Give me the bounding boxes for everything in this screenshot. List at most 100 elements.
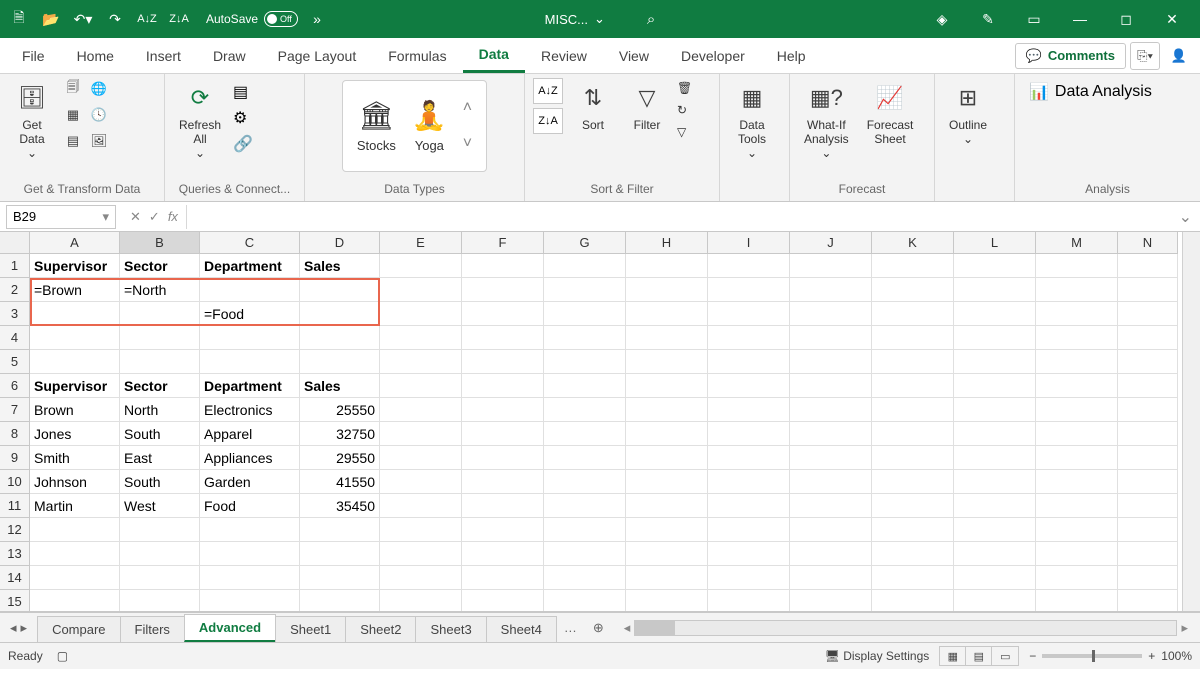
col-header-G[interactable]: G bbox=[544, 232, 626, 254]
cell-M3[interactable] bbox=[1036, 302, 1118, 326]
cell-L6[interactable] bbox=[954, 374, 1036, 398]
col-header-L[interactable]: L bbox=[954, 232, 1036, 254]
minimize-button[interactable]: — bbox=[1058, 7, 1102, 31]
zoom-in-icon[interactable]: + bbox=[1148, 649, 1155, 663]
cell-N4[interactable] bbox=[1118, 326, 1178, 350]
cell-C4[interactable] bbox=[200, 326, 300, 350]
cell-J8[interactable] bbox=[790, 422, 872, 446]
cell-J10[interactable] bbox=[790, 470, 872, 494]
cell-I8[interactable] bbox=[708, 422, 790, 446]
stocks-data-type[interactable]: 🏛 Stocks bbox=[357, 99, 396, 153]
new-sheet-button[interactable]: ⊕ bbox=[585, 620, 612, 636]
cell-D4[interactable] bbox=[300, 326, 380, 350]
new-file-icon[interactable]: 🗎 bbox=[6, 7, 32, 31]
macro-record-icon[interactable]: ▢ bbox=[57, 649, 68, 663]
cell-M1[interactable] bbox=[1036, 254, 1118, 278]
cell-C5[interactable] bbox=[200, 350, 300, 374]
display-settings-button[interactable]: 🖥 Display Settings bbox=[825, 649, 930, 663]
cell-F7[interactable] bbox=[462, 398, 544, 422]
filter-button[interactable]: ▽ Filter bbox=[623, 78, 671, 134]
cell-D11[interactable]: 35450 bbox=[300, 494, 380, 518]
cell-L15[interactable] bbox=[954, 590, 1036, 612]
cell-D1[interactable]: Sales bbox=[300, 254, 380, 278]
col-header-I[interactable]: I bbox=[708, 232, 790, 254]
autosave-toggle[interactable]: AutoSave Off bbox=[206, 11, 298, 27]
cell-I4[interactable] bbox=[708, 326, 790, 350]
cell-M10[interactable] bbox=[1036, 470, 1118, 494]
cell-M5[interactable] bbox=[1036, 350, 1118, 374]
cell-M15[interactable] bbox=[1036, 590, 1118, 612]
cell-N6[interactable] bbox=[1118, 374, 1178, 398]
cell-F13[interactable] bbox=[462, 542, 544, 566]
cell-H7[interactable] bbox=[626, 398, 708, 422]
row-header-7[interactable]: 7 bbox=[0, 398, 30, 422]
cell-J2[interactable] bbox=[790, 278, 872, 302]
sort-za-button[interactable]: Z↓A bbox=[533, 108, 563, 134]
cell-H9[interactable] bbox=[626, 446, 708, 470]
row-header-5[interactable]: 5 bbox=[0, 350, 30, 374]
row-header-14[interactable]: 14 bbox=[0, 566, 30, 590]
row-header-11[interactable]: 11 bbox=[0, 494, 30, 518]
cell-F12[interactable] bbox=[462, 518, 544, 542]
cell-F3[interactable] bbox=[462, 302, 544, 326]
cell-I13[interactable] bbox=[708, 542, 790, 566]
tab-review[interactable]: Review bbox=[525, 38, 603, 73]
cell-B5[interactable] bbox=[120, 350, 200, 374]
cell-H6[interactable] bbox=[626, 374, 708, 398]
cell-G13[interactable] bbox=[544, 542, 626, 566]
formula-input[interactable] bbox=[187, 205, 1171, 229]
from-table-icon[interactable]: ▦ bbox=[62, 104, 84, 126]
sheet-tab-sheet1[interactable]: Sheet1 bbox=[275, 616, 346, 642]
cell-G14[interactable] bbox=[544, 566, 626, 590]
cell-N11[interactable] bbox=[1118, 494, 1178, 518]
cell-E3[interactable] bbox=[380, 302, 462, 326]
cell-G12[interactable] bbox=[544, 518, 626, 542]
cell-N13[interactable] bbox=[1118, 542, 1178, 566]
close-button[interactable]: ✕ bbox=[1150, 7, 1194, 31]
row-header-2[interactable]: 2 bbox=[0, 278, 30, 302]
cell-C6[interactable]: Department bbox=[200, 374, 300, 398]
cell-L5[interactable] bbox=[954, 350, 1036, 374]
cell-E6[interactable] bbox=[380, 374, 462, 398]
tab-draw[interactable]: Draw bbox=[197, 38, 262, 73]
document-title[interactable]: MISC... ⌄ ⌕ bbox=[545, 11, 656, 28]
cell-D8[interactable]: 32750 bbox=[300, 422, 380, 446]
cell-D10[interactable]: 41550 bbox=[300, 470, 380, 494]
col-header-A[interactable]: A bbox=[30, 232, 120, 254]
undo-icon[interactable]: ↶▾ bbox=[70, 7, 96, 31]
cell-D5[interactable] bbox=[300, 350, 380, 374]
edit-links-icon[interactable]: 🔗 bbox=[233, 134, 253, 154]
cell-B12[interactable] bbox=[120, 518, 200, 542]
col-header-B[interactable]: B bbox=[120, 232, 200, 254]
row-header-15[interactable]: 15 bbox=[0, 590, 30, 612]
col-header-H[interactable]: H bbox=[626, 232, 708, 254]
cell-B7[interactable]: North bbox=[120, 398, 200, 422]
sheet-nav-prev-icon[interactable]: ◂ bbox=[10, 620, 17, 636]
cell-L9[interactable] bbox=[954, 446, 1036, 470]
vertical-scrollbar[interactable] bbox=[1182, 232, 1200, 611]
sheet-more-icon[interactable]: … bbox=[556, 620, 585, 635]
reapply-button[interactable]: ↻ bbox=[677, 100, 692, 120]
cell-E7[interactable] bbox=[380, 398, 462, 422]
cell-A11[interactable]: Martin bbox=[30, 494, 120, 518]
cell-F2[interactable] bbox=[462, 278, 544, 302]
cell-D2[interactable] bbox=[300, 278, 380, 302]
cell-J13[interactable] bbox=[790, 542, 872, 566]
cell-H2[interactable] bbox=[626, 278, 708, 302]
queries-icon[interactable]: ▤ bbox=[233, 82, 253, 102]
cell-N15[interactable] bbox=[1118, 590, 1178, 612]
row-header-10[interactable]: 10 bbox=[0, 470, 30, 494]
cell-G5[interactable] bbox=[544, 350, 626, 374]
cell-G2[interactable] bbox=[544, 278, 626, 302]
cell-I3[interactable] bbox=[708, 302, 790, 326]
row-header-1[interactable]: 1 bbox=[0, 254, 30, 278]
cell-L3[interactable] bbox=[954, 302, 1036, 326]
col-header-E[interactable]: E bbox=[380, 232, 462, 254]
cell-H3[interactable] bbox=[626, 302, 708, 326]
sheet-tab-advanced[interactable]: Advanced bbox=[184, 614, 276, 642]
cell-J4[interactable] bbox=[790, 326, 872, 350]
cell-E13[interactable] bbox=[380, 542, 462, 566]
cell-J9[interactable] bbox=[790, 446, 872, 470]
row-header-3[interactable]: 3 bbox=[0, 302, 30, 326]
cell-N10[interactable] bbox=[1118, 470, 1178, 494]
